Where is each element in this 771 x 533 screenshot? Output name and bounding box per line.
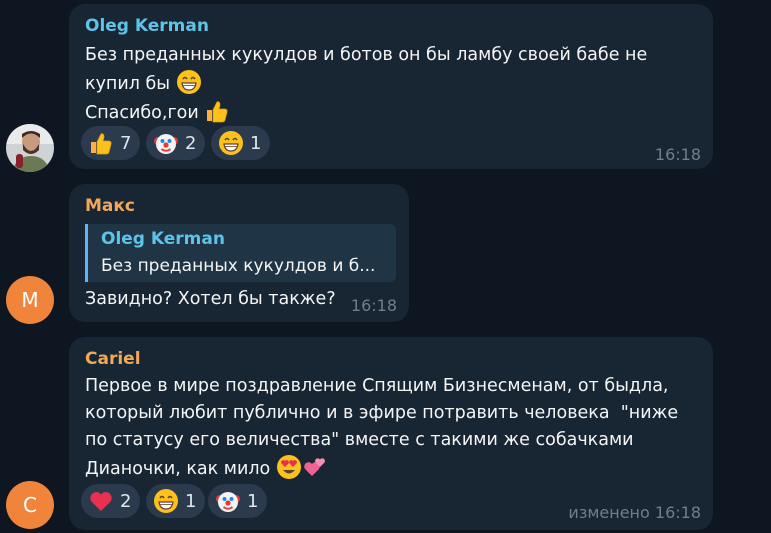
thumbs-up-icon — [204, 98, 230, 124]
message-line: Без преданных кукулдов и ботов он бы лам… — [85, 45, 648, 65]
message-line: по статусу его величества" вместе с таки… — [85, 430, 634, 450]
sender-name[interactable]: Макс — [85, 196, 135, 216]
reaction-heart[interactable]: 2 — [81, 484, 141, 518]
avatar-letter: C — [23, 493, 37, 517]
reply-quote[interactable]: Oleg Kerman Без преданных кукулдов и б..… — [85, 224, 396, 282]
reaction-clown[interactable]: 1 — [208, 484, 268, 518]
sender-name[interactable]: Cariel — [85, 349, 141, 369]
message-time: изменено 16:18 — [568, 503, 701, 522]
reaction-count: 1 — [247, 490, 259, 512]
message-text: Первое в мире поздравление Спящим Бизнес… — [85, 373, 678, 483]
reply-sender: Oleg Kerman — [101, 229, 225, 249]
message-time: 16:18 — [654, 145, 701, 164]
grinning-face-icon — [218, 130, 244, 156]
grinning-face-icon — [176, 69, 202, 95]
reply-text: Без преданных кукулдов и б... — [101, 256, 376, 276]
avatar[interactable] — [6, 124, 54, 172]
reaction-count: 2 — [185, 132, 197, 154]
reaction-count: 7 — [120, 132, 132, 154]
two-hearts-icon — [302, 454, 328, 480]
reaction-thumbs-up[interactable]: 7 — [81, 126, 141, 160]
reaction-count: 1 — [250, 132, 262, 154]
red-heart-icon — [88, 488, 114, 514]
reaction-grinning[interactable]: 1 — [146, 484, 206, 518]
message-line: Дианочки, как мило — [85, 459, 271, 479]
sender-name[interactable]: Oleg Kerman — [85, 16, 209, 36]
thumbs-up-icon — [88, 130, 114, 156]
avatar-letter: М — [21, 288, 39, 312]
reaction-clown[interactable]: 2 — [146, 126, 206, 160]
avatar[interactable]: М — [6, 276, 54, 324]
message-text: Без преданных кукулдов и ботов он бы лам… — [85, 42, 647, 127]
message-line: который любит публично и в эфире потрави… — [85, 403, 679, 423]
reaction-count: 2 — [120, 490, 132, 512]
heart-eyes-icon — [276, 454, 302, 480]
user-photo-icon — [6, 124, 54, 172]
reaction-count: 1 — [185, 490, 197, 512]
message-line: купил бы — [85, 74, 171, 94]
message-line: Спасибо,гои — [85, 103, 199, 123]
message-bubble[interactable]: Cariel Первое в мире поздравление Спящим… — [69, 337, 713, 530]
message-bubble[interactable]: Макс Oleg Kerman Без преданных кукулдов … — [69, 184, 409, 322]
message-bubble[interactable]: Oleg Kerman Без преданных кукулдов и бот… — [69, 4, 713, 169]
message-time: 16:18 — [350, 296, 397, 315]
clown-face-icon — [215, 488, 241, 514]
avatar[interactable]: C — [6, 481, 54, 529]
grinning-face-icon — [153, 488, 179, 514]
message-line: Первое в мире поздравление Спящим Бизнес… — [85, 376, 669, 396]
reaction-grinning[interactable]: 1 — [211, 126, 271, 160]
clown-face-icon — [153, 130, 179, 156]
message-text: Завидно? Хотел бы также? — [85, 289, 336, 309]
